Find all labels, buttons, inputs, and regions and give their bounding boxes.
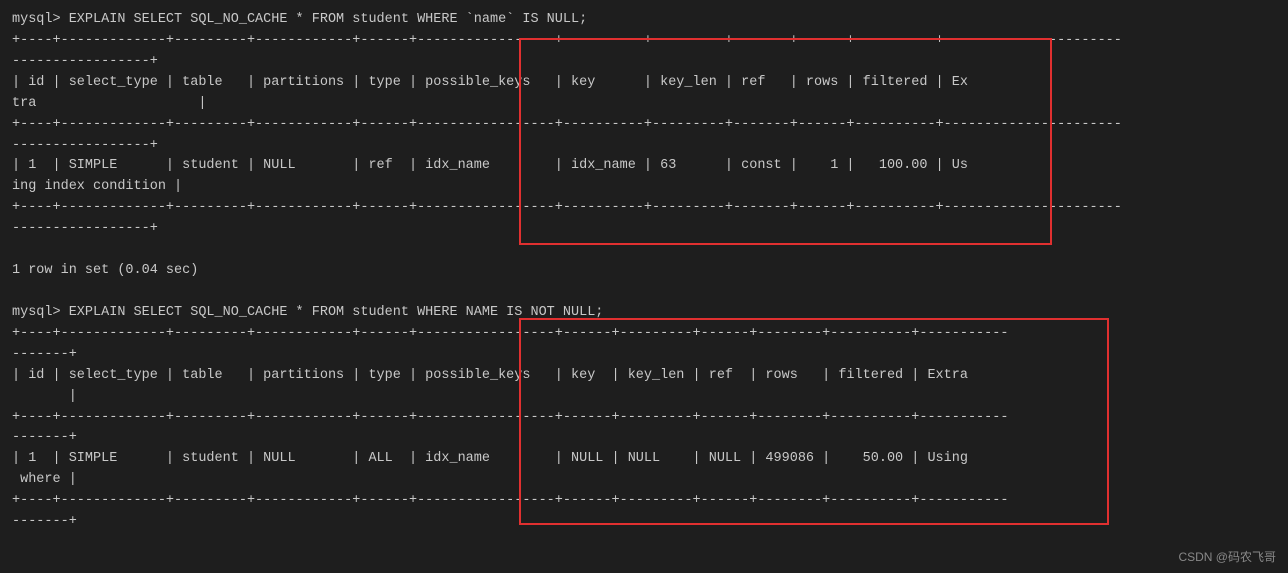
watermark: CSDN @码农飞哥 xyxy=(1178,548,1276,565)
terminal-output: mysql> EXPLAIN SELECT SQL_NO_CACHE * FRO… xyxy=(0,0,1288,543)
